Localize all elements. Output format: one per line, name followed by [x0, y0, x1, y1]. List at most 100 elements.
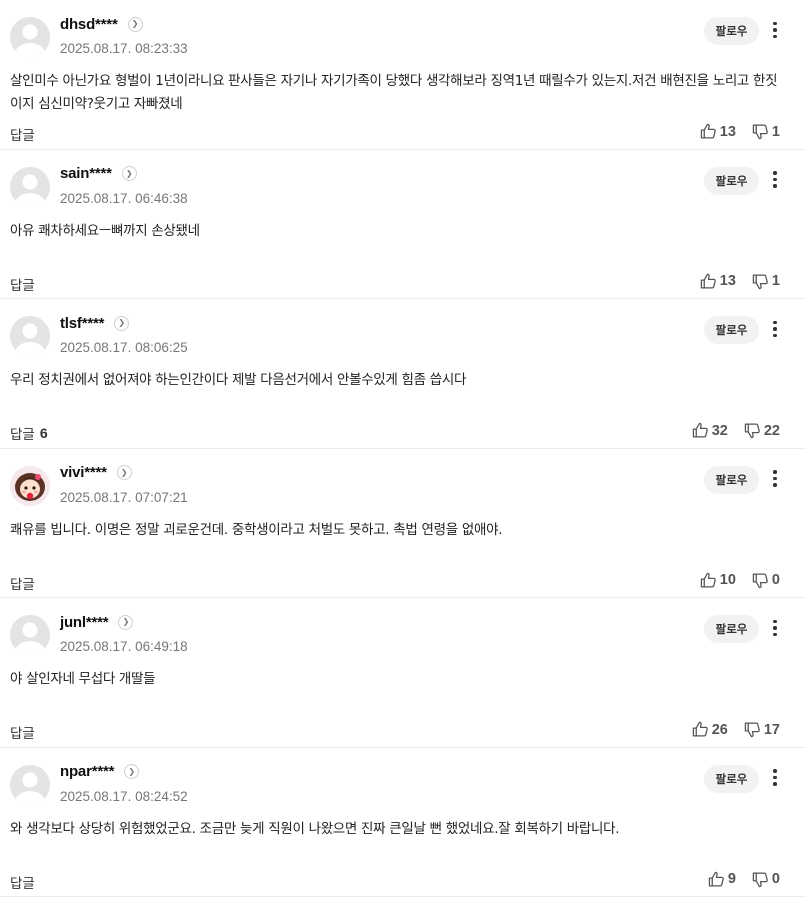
chevron-right-icon[interactable]: ❯ [114, 315, 130, 331]
comment-item: sain**** ❯ 2025.08.17. 06:46:38 팔로우 아유 쾌… [0, 150, 806, 299]
dislike-button[interactable]: 0 [752, 572, 780, 589]
dislike-count: 17 [763, 721, 780, 738]
comment-item: junl**** ❯ 2025.08.17. 06:49:18 팔로우 야 살인… [0, 598, 806, 748]
follow-button[interactable]: 팔로우 [704, 764, 759, 793]
like-button[interactable]: 32 [692, 422, 728, 439]
dislike-button[interactable]: 1 [752, 123, 780, 140]
dislike-count: 0 [771, 572, 780, 588]
avatar[interactable] [10, 465, 50, 506]
user-info: junl**** ❯ [60, 612, 134, 632]
user-info: vivi**** ❯ [60, 463, 132, 483]
reply-button[interactable]: 답글 [10, 124, 40, 144]
like-button[interactable]: 26 [692, 721, 728, 738]
user-info: npar**** ❯ [60, 762, 140, 782]
avatar[interactable] [10, 17, 50, 57]
comment-text: 아유 쾌차하세요ㅡ뼈까지 손상됐네 [10, 222, 200, 239]
timestamp: 2025.08.17. 06:49:18 [60, 639, 188, 654]
dislike-button[interactable]: 22 [744, 422, 780, 439]
kebab-menu-icon[interactable] [766, 467, 784, 491]
comment-text: 살인미수 아닌가요 형벌이 1년이라니요 판사들은 자기나 자기가족이 당했다 … [10, 73, 778, 112]
thumbs-down-icon [752, 273, 768, 289]
chevron-right-icon[interactable]: ❯ [121, 166, 137, 181]
chevron-right-icon[interactable]: ❯ [118, 614, 134, 630]
reply-label: 답글 [10, 128, 35, 144]
thumbs-down-icon [752, 572, 768, 588]
reply-button[interactable]: 답글 [10, 872, 40, 892]
nickname[interactable]: sain**** [60, 165, 112, 182]
nickname[interactable]: vivi**** [60, 464, 107, 481]
thumbs-up-icon [708, 871, 724, 887]
dislike-count: 1 [771, 123, 780, 140]
kebab-menu-icon[interactable] [766, 18, 784, 42]
reply-label: 답글 [10, 875, 35, 892]
follow-button[interactable]: 팔로우 [704, 166, 759, 195]
timestamp: 2025.08.17. 07:07:21 [60, 489, 188, 505]
nickname[interactable]: npar**** [60, 763, 114, 780]
thumbs-up-icon [692, 422, 708, 438]
nickname[interactable]: tlsf**** [60, 315, 104, 332]
user-info: tlsf**** ❯ [60, 313, 130, 333]
reply-button[interactable]: 답글 6 [10, 423, 48, 443]
default-profile-icon [10, 17, 50, 57]
timestamp: 2025.08.17. 08:24:52 [60, 788, 188, 804]
timestamp: 2025.08.17. 08:23:33 [60, 41, 188, 56]
kebab-menu-icon[interactable] [766, 317, 784, 341]
comment-text: 야 살인자네 무섭다 개딸들 [10, 671, 156, 687]
follow-button[interactable]: 팔로우 [704, 316, 759, 344]
reply-button[interactable]: 답글 [10, 722, 40, 742]
reply-label: 답글 [10, 427, 35, 443]
avatar[interactable] [10, 615, 50, 655]
reply-button[interactable]: 답글 [10, 573, 40, 593]
default-profile-icon [10, 764, 50, 805]
thumbs-up-icon [700, 123, 716, 139]
like-button[interactable]: 13 [700, 123, 736, 140]
thumbs-up-icon [692, 721, 708, 737]
like-count: 26 [711, 721, 728, 738]
thumbs-down-icon [752, 871, 768, 887]
kebab-menu-icon[interactable] [766, 616, 784, 640]
follow-button[interactable]: 팔로우 [704, 17, 759, 45]
reply-label: 답글 [10, 576, 35, 593]
dislike-count: 22 [763, 422, 780, 439]
thumbs-up-icon [700, 273, 716, 289]
chevron-right-icon[interactable]: ❯ [127, 16, 143, 32]
vote-group: 13 1 [684, 123, 780, 140]
nickname[interactable]: junl**** [60, 614, 109, 631]
vote-group: 32 22 [676, 422, 780, 439]
like-button[interactable]: 10 [700, 572, 736, 589]
thumbs-down-icon [752, 124, 768, 140]
comment-item: tlsf**** ❯ 2025.08.17. 08:06:25 팔로우 우리 정… [0, 299, 806, 449]
nickname[interactable]: dhsd**** [60, 16, 118, 33]
vote-group: 26 17 [676, 721, 780, 738]
chevron-right-icon[interactable]: ❯ [124, 764, 140, 779]
kebab-menu-icon[interactable] [766, 766, 784, 790]
dislike-button[interactable]: 1 [752, 273, 780, 290]
reply-label: 답글 [10, 277, 35, 294]
follow-button[interactable]: 팔로우 [704, 465, 759, 494]
reply-button[interactable]: 답글 [10, 274, 40, 294]
thumbs-down-icon [744, 722, 760, 738]
default-profile-icon [10, 615, 50, 655]
comment-item: npar**** ❯ 2025.08.17. 08:24:52 팔로우 와 생각… [0, 748, 806, 897]
dislike-button[interactable]: 0 [752, 871, 780, 888]
like-count: 10 [719, 572, 736, 588]
avatar[interactable] [10, 166, 50, 207]
user-info: dhsd**** ❯ [60, 14, 143, 34]
thumbs-down-icon [744, 423, 760, 439]
avatar[interactable] [10, 316, 50, 356]
reply-label: 답글 [10, 726, 35, 742]
comment-list: dhsd**** ❯ 2025.08.17. 08:23:33 팔로우 살인미수… [0, 0, 806, 897]
chevron-right-icon[interactable]: ❯ [116, 465, 132, 480]
avatar[interactable] [10, 764, 50, 805]
follow-button[interactable]: 팔로우 [704, 615, 759, 643]
reply-count: 6 [39, 425, 48, 441]
like-button[interactable]: 9 [708, 871, 736, 888]
like-button[interactable]: 13 [700, 273, 736, 290]
like-count: 32 [711, 422, 728, 439]
kebab-menu-icon[interactable] [766, 168, 784, 192]
like-count: 9 [727, 871, 736, 887]
dislike-button[interactable]: 17 [744, 721, 780, 738]
default-profile-icon [10, 166, 50, 207]
dislike-count: 0 [771, 871, 780, 887]
user-info: sain**** ❯ [60, 164, 137, 184]
